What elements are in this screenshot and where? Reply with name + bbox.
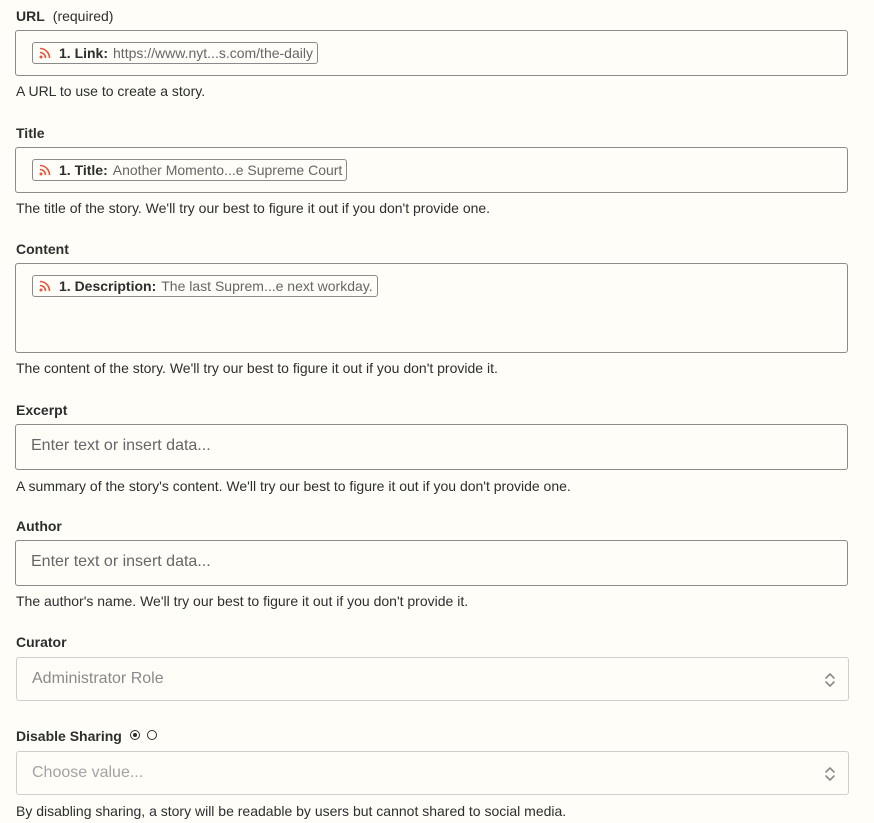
url-field[interactable]: 1. Link: https://www.nyt...s.com/the-dai… xyxy=(15,30,848,76)
rss-icon xyxy=(39,164,51,176)
author-field[interactable]: Enter text or insert data... xyxy=(15,540,848,586)
rss-icon xyxy=(39,47,51,59)
content-field[interactable]: 1. Description: The last Suprem...e next… xyxy=(15,263,848,353)
pill-key: 1. Title: xyxy=(59,162,108,178)
disable-sharing-help: By disabling sharing, a story will be re… xyxy=(16,803,567,819)
required-note: (required) xyxy=(52,8,114,24)
content-data-pill[interactable]: 1. Description: The last Suprem...e next… xyxy=(32,275,378,297)
author-help: The author's name. We'll try our best to… xyxy=(16,593,469,609)
disable-sharing-select[interactable]: Choose value... xyxy=(16,751,849,795)
pill-key: 1. Description: xyxy=(59,278,157,294)
author-label: Author xyxy=(16,518,62,534)
radio-option-unselected[interactable] xyxy=(147,730,157,740)
content-help: The content of the story. We'll try our … xyxy=(16,360,498,376)
chevron-up-down-icon xyxy=(825,673,835,687)
rss-icon xyxy=(39,280,51,292)
radio-option-selected[interactable] xyxy=(130,730,140,740)
pill-value: https://www.nyt...s.com/the-daily xyxy=(113,45,313,61)
excerpt-help: A summary of the story's content. We'll … xyxy=(16,478,571,494)
author-placeholder: Enter text or insert data... xyxy=(31,553,211,570)
content-label: Content xyxy=(16,241,69,257)
story-form: URL (required) 1. Link: https://www.nyt..… xyxy=(0,0,874,823)
disable-sharing-placeholder: Choose value... xyxy=(32,764,144,781)
pill-key: 1. Link: xyxy=(59,45,109,61)
url-label: URL (required) xyxy=(16,7,113,25)
curator-label: Curator xyxy=(16,634,67,650)
excerpt-label: Excerpt xyxy=(16,402,68,418)
pill-value: Another Momento...e Supreme Court xyxy=(112,162,343,178)
excerpt-placeholder: Enter text or insert data... xyxy=(31,437,211,454)
disable-sharing-toggle xyxy=(130,730,157,740)
title-label: Title xyxy=(16,125,45,141)
title-field[interactable]: 1. Title: Another Momento...e Supreme Co… xyxy=(15,147,848,193)
disable-sharing-label: Disable Sharing xyxy=(16,728,122,744)
chevron-up-down-icon xyxy=(825,767,835,781)
curator-value: Administrator Role xyxy=(32,670,164,687)
title-data-pill[interactable]: 1. Title: Another Momento...e Supreme Co… xyxy=(32,159,348,181)
curator-select[interactable]: Administrator Role xyxy=(16,657,849,701)
url-help: A URL to use to create a story. xyxy=(16,83,206,99)
excerpt-field[interactable]: Enter text or insert data... xyxy=(15,424,848,470)
pill-value: The last Suprem...e next workday. xyxy=(161,278,373,294)
url-data-pill[interactable]: 1. Link: https://www.nyt...s.com/the-dai… xyxy=(32,42,318,64)
url-label-text: URL xyxy=(16,8,45,24)
title-help: The title of the story. We'll try our be… xyxy=(16,200,491,216)
